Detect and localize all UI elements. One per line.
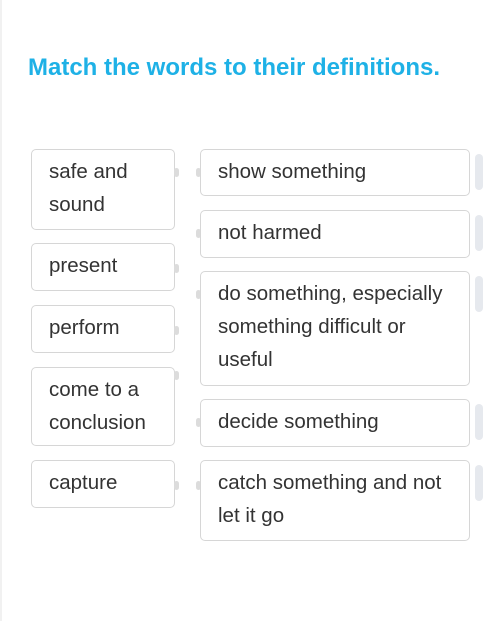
definition-label: catch something and not let it go xyxy=(218,471,442,527)
connector-dot[interactable] xyxy=(174,371,179,380)
word-card[interactable]: safe and sound xyxy=(31,149,175,230)
definition-card[interactable]: not harmed xyxy=(200,210,470,258)
definition-card[interactable]: catch something and not let it go xyxy=(200,460,470,541)
definition-label: decide something xyxy=(218,410,379,433)
drag-handle[interactable] xyxy=(475,276,483,312)
word-card[interactable]: come to a conclusion xyxy=(31,367,175,446)
word-label: come to a conclusion xyxy=(49,378,146,434)
connector-dot[interactable] xyxy=(174,326,179,335)
word-label: capture xyxy=(49,471,118,494)
frame-edge xyxy=(0,0,2,621)
definition-card[interactable]: show something xyxy=(200,149,470,196)
definition-card[interactable]: do something, especially something diffi… xyxy=(200,271,470,386)
definition-label: do something, especially something diffi… xyxy=(218,282,443,371)
word-label: present xyxy=(49,254,118,277)
definition-label: not harmed xyxy=(218,221,322,244)
drag-handle[interactable] xyxy=(475,215,483,251)
word-label: safe and sound xyxy=(49,160,128,216)
connector-dot[interactable] xyxy=(174,481,179,490)
drag-handle[interactable] xyxy=(475,154,483,190)
drag-handle[interactable] xyxy=(475,404,483,440)
connector-dot[interactable] xyxy=(174,168,179,177)
word-card[interactable]: perform xyxy=(31,305,175,353)
drag-handle[interactable] xyxy=(475,465,483,501)
connector-dot[interactable] xyxy=(174,264,179,273)
definition-label: show something xyxy=(218,160,367,183)
instruction-title: Match the words to their definitions. xyxy=(28,54,441,81)
word-label: perform xyxy=(49,316,120,339)
word-card[interactable]: capture xyxy=(31,460,175,508)
definition-card[interactable]: decide something xyxy=(200,399,470,447)
word-card[interactable]: present xyxy=(31,243,175,291)
